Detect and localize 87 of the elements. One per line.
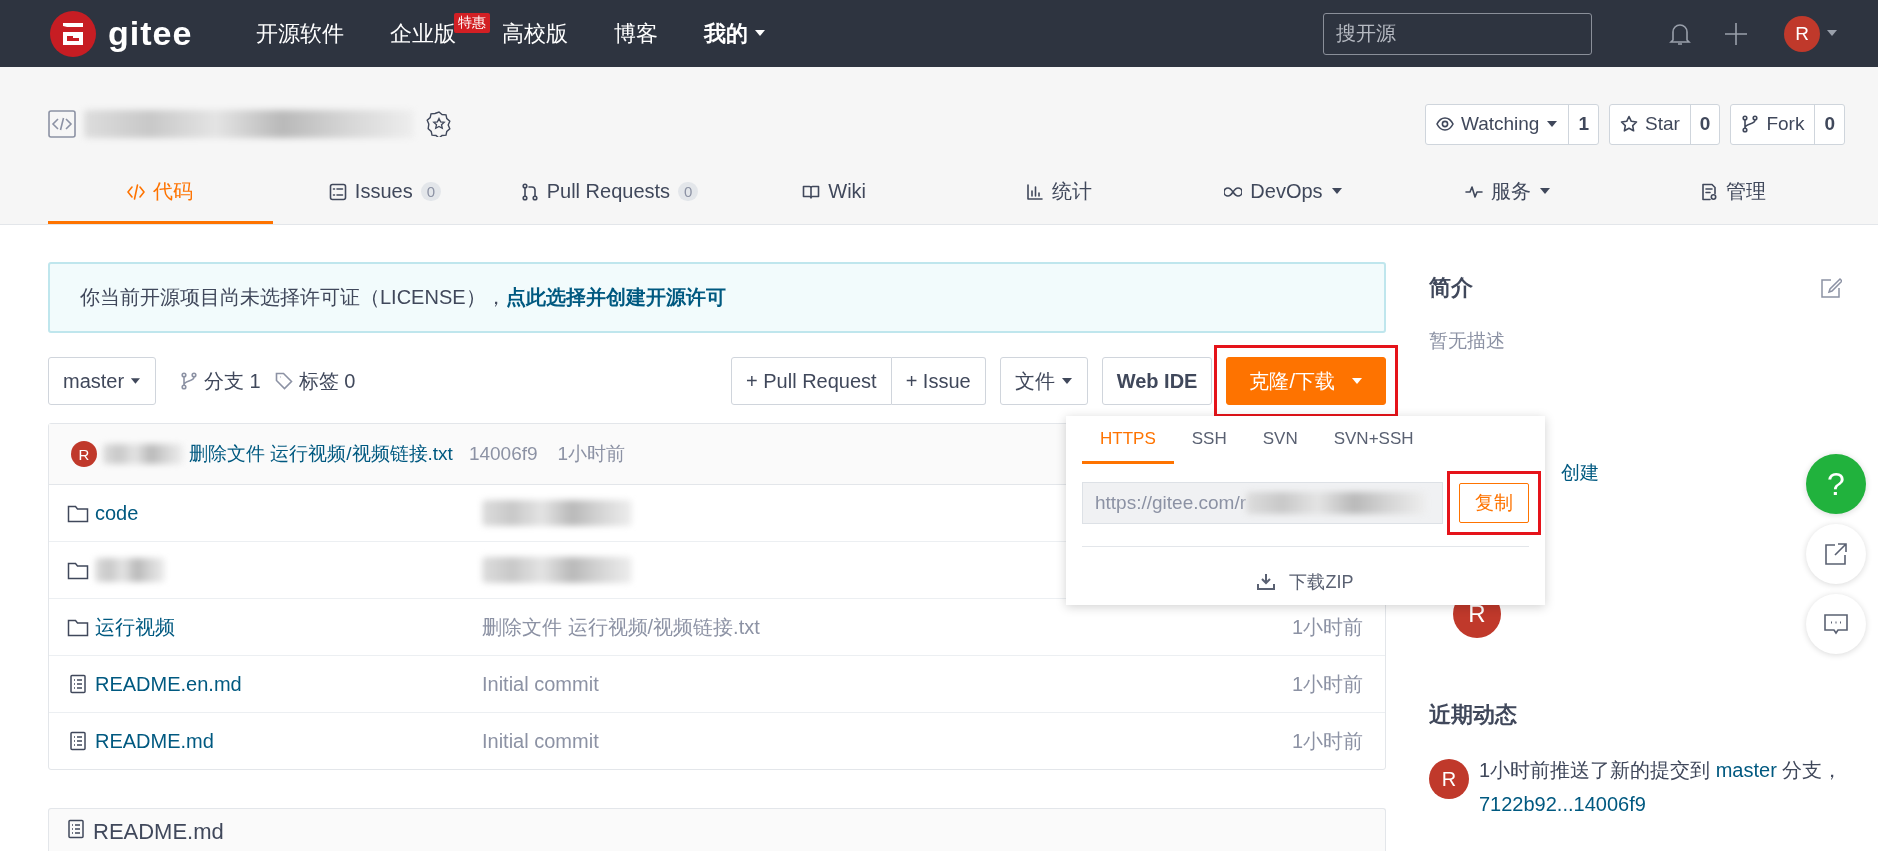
commit-link[interactable]: 删除文件 运行视频/视频链接.txt	[189, 441, 453, 467]
new-item-button[interactable]: + Pull Request	[731, 357, 892, 405]
protocol-tab[interactable]: SVN	[1244, 416, 1316, 464]
star-button[interactable]: Star	[1610, 104, 1690, 144]
nav-link[interactable]: 高校版	[502, 18, 569, 49]
count-label[interactable]: 1	[1568, 104, 1598, 144]
logo-icon	[50, 10, 96, 57]
nav-link[interactable]: 博客	[614, 18, 659, 49]
document-icon	[65, 819, 87, 839]
caret-icon	[1351, 377, 1363, 385]
share-button[interactable]	[1806, 524, 1866, 584]
repo-tab[interactable]: Wiki	[721, 162, 947, 224]
edit-icon[interactable]	[1820, 277, 1842, 299]
repo-tab[interactable]: 统计	[946, 162, 1172, 224]
file-link[interactable]: README.en.md	[95, 672, 242, 696]
repo-tab[interactable]: DevOps	[1171, 162, 1396, 224]
new-item-button[interactable]: + Issue	[891, 357, 986, 405]
file-time: 1小时前	[1291, 728, 1363, 754]
user-avatar[interactable]: R	[1429, 759, 1469, 799]
bar-chart-icon	[1025, 182, 1044, 201]
eye-icon	[1435, 115, 1454, 133]
license-link[interactable]: 点此选择并创建开源许可	[505, 286, 726, 308]
count-label[interactable]: 0	[1689, 104, 1720, 144]
fork-button[interactable]: Fork	[1731, 104, 1815, 144]
list-box-icon	[328, 182, 347, 201]
repo-tab[interactable]: Issues 0	[272, 162, 498, 224]
code-icon	[48, 110, 76, 138]
star-icon	[1620, 115, 1638, 133]
nav-link[interactable]: 开源软件	[256, 18, 345, 49]
nav-link[interactable]: 企业版	[390, 18, 457, 49]
document-icon	[67, 731, 89, 751]
tag-count-text[interactable]: 标签 0	[298, 367, 356, 395]
repo-tab[interactable]: Pull Requests 0	[497, 162, 722, 224]
user-avatar[interactable]: R	[1784, 15, 1820, 52]
promo-badge: 特惠	[454, 12, 491, 33]
tag-icon	[274, 372, 293, 390]
document-gear-icon	[1699, 182, 1718, 201]
protocol-tab[interactable]: SVN+SSH	[1315, 416, 1432, 464]
file-menu-button[interactable]: 文件	[999, 357, 1088, 405]
watch-button[interactable]: Watching	[1425, 104, 1569, 144]
activity-link[interactable]: 7122b92...14006f9	[1479, 793, 1646, 815]
caret-icon	[130, 377, 141, 385]
caret-icon	[1060, 377, 1073, 385]
count-badge: 0	[678, 182, 699, 201]
activity-text: 1小时前推送了新的提交到 master 分支， 7122b92...14006f9	[1479, 758, 1844, 817]
download-icon	[1257, 573, 1276, 591]
branch-dropdown[interactable]: master	[48, 357, 156, 405]
count-label[interactable]: 0	[1814, 104, 1844, 144]
folder-icon	[67, 503, 89, 523]
description-text: 暂无描述	[1429, 329, 1506, 353]
rosette-icon	[426, 111, 452, 137]
folder-icon	[67, 617, 89, 637]
commit-time: 1小时前	[557, 442, 626, 466]
file-link[interactable]: README.md	[95, 729, 214, 753]
branch-icon	[180, 372, 198, 390]
file-time: 1小时前	[1291, 671, 1363, 697]
file-link[interactable]: 运行视频	[95, 613, 175, 641]
logo-text[interactable]: gitee	[108, 14, 193, 53]
plus-icon[interactable]	[1724, 21, 1748, 46]
branch-icon	[520, 182, 539, 201]
folder-icon	[67, 560, 89, 580]
branch-count[interactable]: 分支 1	[180, 367, 261, 395]
share-icon	[1823, 541, 1849, 567]
nav-link[interactable]: 我的	[704, 18, 767, 49]
ide-button[interactable]: Web IDE	[1101, 357, 1213, 405]
protocol-tab[interactable]: SSH	[1173, 416, 1245, 464]
code-icon	[127, 182, 146, 201]
activity-link[interactable]: master	[1715, 759, 1777, 781]
section-title: 近期动态	[1429, 701, 1518, 729]
notice-text: 你当前开源项目尚未选择许可证（LICENSE），点此选择并创建开源许可	[80, 285, 726, 310]
repo-tab[interactable]: 服务	[1395, 162, 1621, 224]
branch-count-text[interactable]: 分支 1	[204, 367, 261, 395]
file-time: 1小时前	[1291, 614, 1363, 640]
tag-count[interactable]: 标签 0	[274, 367, 356, 395]
readme-title: README.md	[93, 819, 224, 845]
count-badge: 0	[420, 182, 441, 201]
section-title: 简介	[1429, 274, 1473, 302]
document-icon	[67, 674, 89, 694]
repo-tab[interactable]: 管理	[1620, 162, 1845, 224]
comment-button[interactable]	[1806, 594, 1866, 654]
search-field[interactable]: 搜开源	[1323, 12, 1592, 55]
url-text: https://gitee.com/r	[1095, 492, 1246, 514]
caret-icon	[1826, 30, 1838, 37]
author-avatar[interactable]: R	[71, 441, 97, 467]
fork-icon	[1741, 115, 1760, 133]
comment-icon	[1823, 611, 1849, 637]
file-link[interactable]: code	[95, 501, 139, 525]
